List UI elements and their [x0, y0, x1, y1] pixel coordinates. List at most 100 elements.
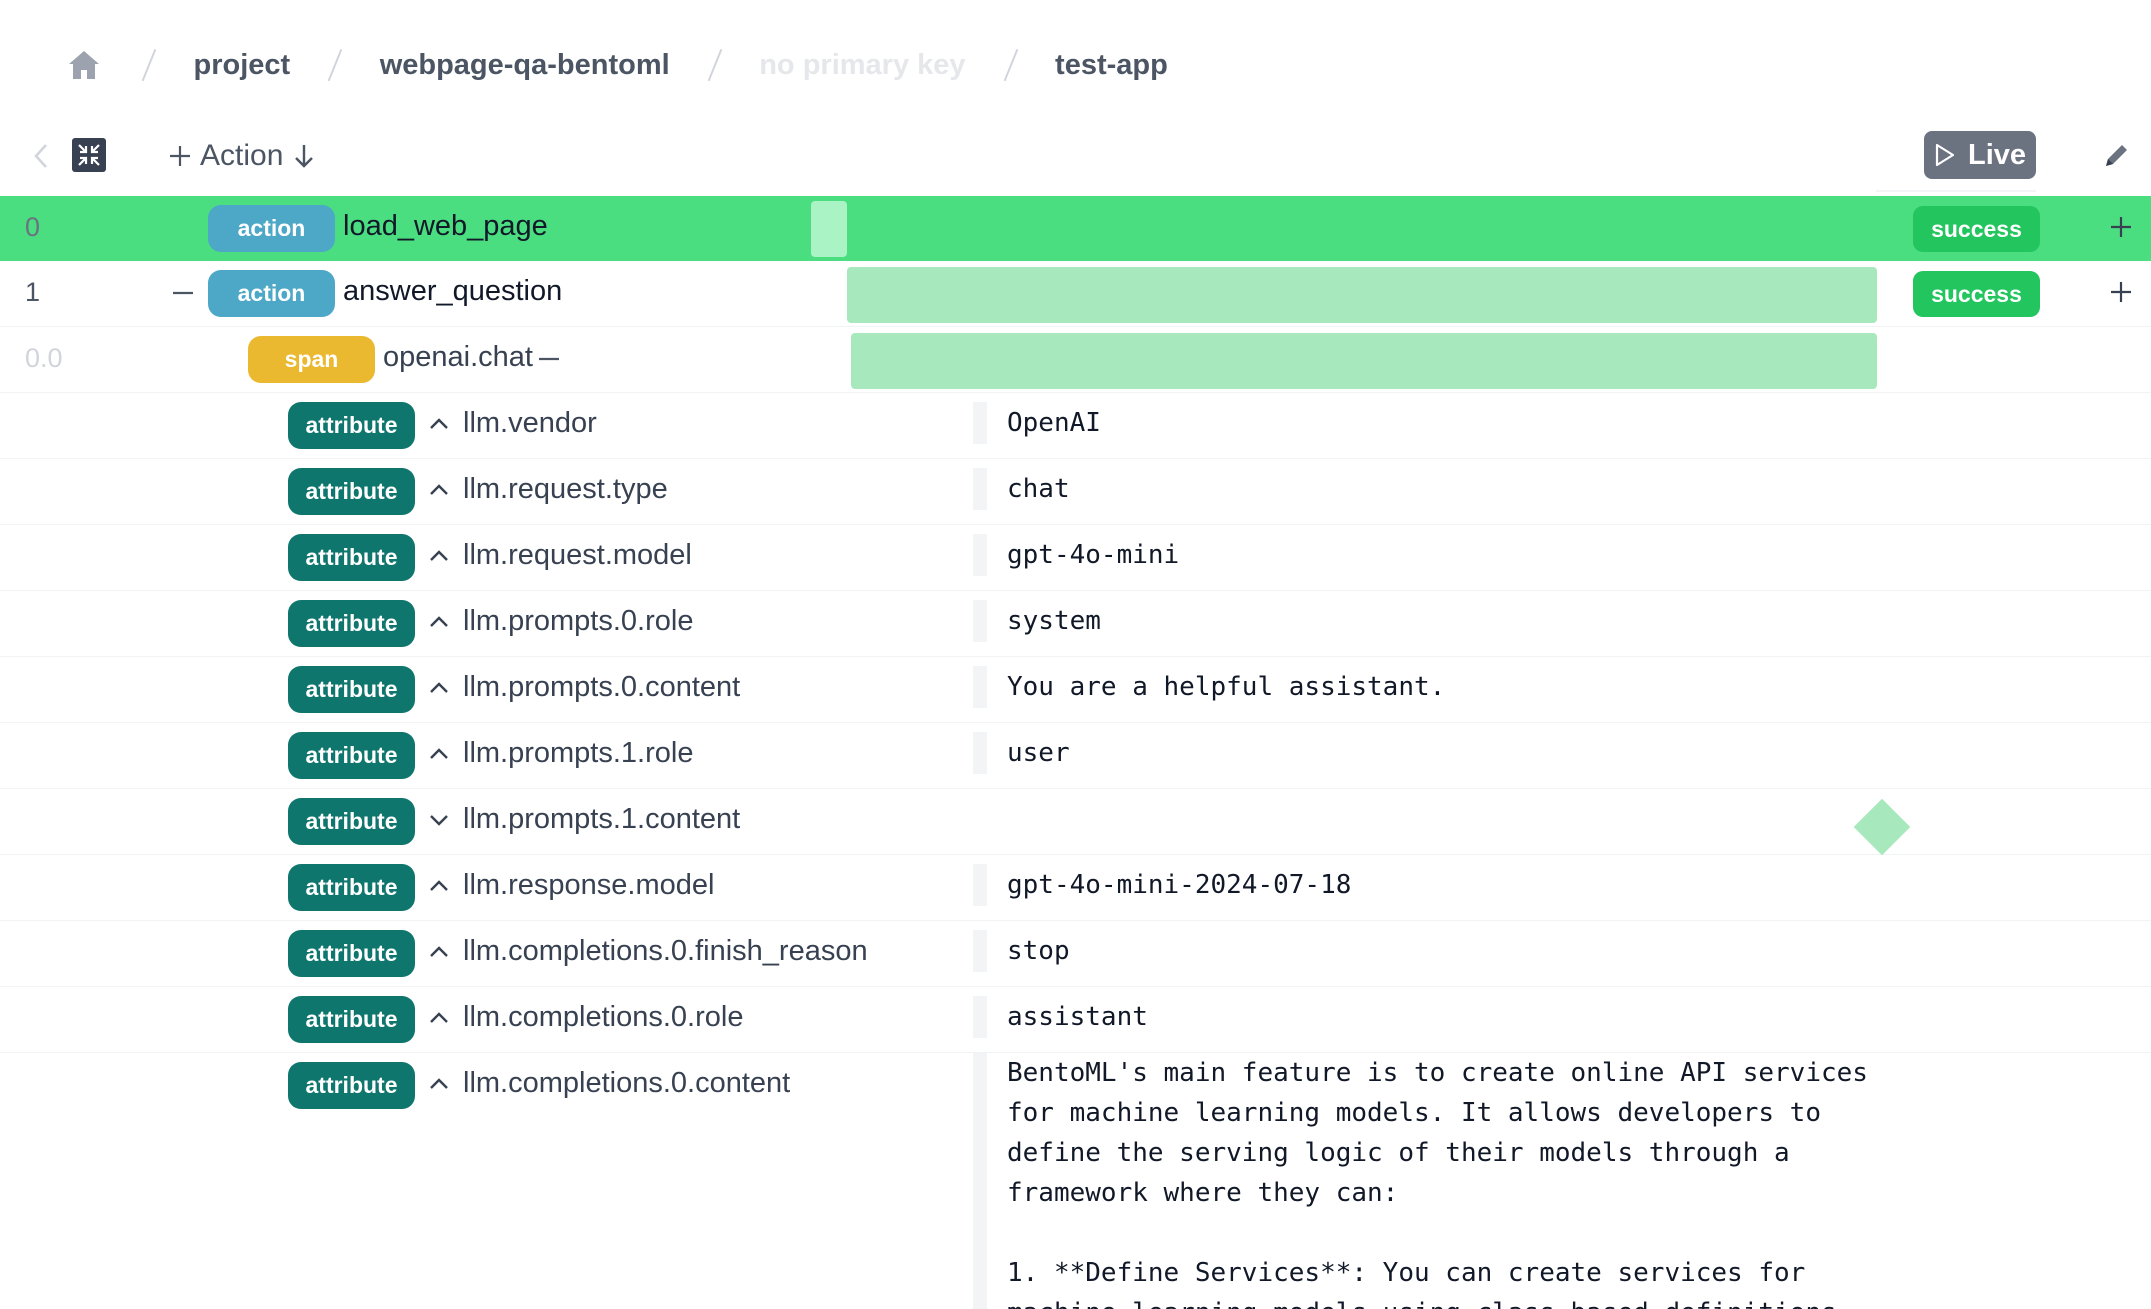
attribute-key: llm.prompts.0.content	[463, 671, 741, 703]
collapse-button[interactable]	[172, 278, 196, 308]
collapse-all-icon	[78, 144, 100, 166]
attribute-value: user	[973, 732, 1070, 774]
toggle-button[interactable]	[428, 807, 450, 833]
chevron-up-icon	[430, 550, 448, 561]
chevron-up-icon	[430, 1078, 448, 1089]
home-icon	[69, 51, 99, 79]
back-button[interactable]	[26, 138, 56, 174]
table-row[interactable]: 0.0 span openai.chat	[0, 327, 2151, 393]
action-tag: action	[208, 205, 335, 252]
attribute-tag: attribute	[288, 996, 415, 1043]
breadcrumb-project[interactable]: project	[194, 49, 291, 82]
toggle-button[interactable]	[428, 873, 450, 899]
action-sort-button[interactable]: Action	[168, 136, 315, 176]
breadcrumb-app-name[interactable]: webpage-qa-bentoml	[380, 49, 670, 82]
attribute-value: gpt-4o-mini	[973, 534, 1179, 576]
attribute-tag: attribute	[288, 864, 415, 911]
table-row[interactable]: 1 action answer_question success	[0, 261, 2151, 327]
breadcrumb-run-name[interactable]: test-app	[1055, 49, 1168, 82]
chevron-left-icon	[34, 144, 47, 168]
edit-button[interactable]	[2098, 138, 2134, 174]
row-index: 0	[25, 212, 41, 242]
trace-table: 0 action load_web_page success 1 action …	[0, 196, 2151, 1309]
attribute-tag: attribute	[288, 666, 415, 713]
attribute-tag: attribute	[288, 732, 415, 779]
span-tag: span	[248, 336, 375, 383]
toggle-button[interactable]	[428, 1071, 450, 1097]
attribute-value: assistant	[973, 996, 1148, 1038]
plus-icon	[2111, 217, 2131, 237]
status-badge[interactable]: success	[1913, 271, 2040, 317]
breadcrumb-separator	[707, 48, 722, 82]
collapse-attributes-button[interactable]	[538, 344, 562, 374]
attribute-row[interactable]: attribute llm.prompts.1.role user	[0, 723, 2151, 789]
minus-icon	[173, 291, 193, 295]
status-badge[interactable]: success	[1913, 206, 2040, 252]
breadcrumb-separator	[327, 48, 343, 82]
plus-icon	[170, 146, 190, 166]
plus-icon	[2111, 282, 2131, 302]
toggle-button[interactable]	[428, 1005, 450, 1031]
step-name: load_web_page	[343, 210, 548, 242]
attribute-row[interactable]: attribute llm.prompts.0.content You are …	[0, 657, 2151, 723]
attribute-value: stop	[973, 930, 1070, 972]
attribute-key: llm.request.model	[463, 539, 692, 571]
minus-icon	[539, 357, 559, 361]
attribute-row[interactable]: attribute llm.prompts.1.content	[0, 789, 2151, 856]
attribute-key: llm.prompts.1.role	[463, 737, 694, 769]
attribute-key: llm.prompts.1.content	[463, 803, 741, 835]
play-icon	[1935, 143, 1955, 167]
attribute-key: llm.completions.0.role	[463, 1001, 744, 1033]
expand-button[interactable]	[2106, 277, 2136, 307]
attribute-row[interactable]: attribute llm.request.model gpt-4o-mini	[0, 525, 2151, 591]
attribute-value: BentoML's main feature is to create onli…	[973, 1053, 1907, 1309]
attribute-tag: attribute	[288, 534, 415, 581]
attribute-row[interactable]: attribute llm.response.model gpt-4o-mini…	[0, 855, 2151, 921]
attribute-row[interactable]: attribute llm.completions.0.role assista…	[0, 987, 2151, 1053]
action-tag: action	[208, 270, 335, 317]
row-index: 1	[25, 277, 41, 307]
divider	[1876, 190, 2036, 192]
timeline-bar[interactable]	[811, 201, 847, 257]
attribute-value: system	[973, 600, 1101, 642]
toolbar: Action Live	[0, 128, 2151, 192]
attribute-key: llm.prompts.0.role	[463, 605, 694, 637]
attribute-value: OpenAI	[973, 402, 1101, 444]
toggle-button[interactable]	[428, 741, 450, 767]
toggle-button[interactable]	[428, 477, 450, 503]
toggle-button[interactable]	[428, 411, 450, 437]
attribute-key: llm.request.type	[463, 473, 668, 505]
chevron-up-icon	[430, 748, 448, 759]
expand-button[interactable]	[2106, 212, 2136, 242]
breadcrumb-partition-key[interactable]: no primary key	[759, 49, 965, 82]
attribute-value: gpt-4o-mini-2024-07-18	[973, 864, 1351, 906]
chevron-up-icon	[430, 946, 448, 957]
timeline-event-marker[interactable]	[1853, 798, 1911, 856]
attribute-tag: attribute	[288, 930, 415, 977]
chevron-up-icon	[430, 880, 448, 891]
table-row[interactable]: 0 action load_web_page success	[0, 196, 2151, 261]
live-button[interactable]: Live	[1924, 131, 2036, 179]
attribute-row[interactable]: attribute llm.completions.0.content Bent…	[0, 1053, 2151, 1309]
chevron-down-icon	[430, 815, 448, 826]
attribute-row[interactable]: attribute llm.request.type chat	[0, 459, 2151, 525]
toggle-button[interactable]	[428, 609, 450, 635]
attribute-row[interactable]: attribute llm.vendor OpenAI	[0, 393, 2151, 459]
action-label: Action	[200, 139, 284, 172]
chevron-up-icon	[430, 1012, 448, 1023]
attribute-key: llm.completions.0.finish_reason	[463, 935, 868, 967]
attribute-tag: attribute	[288, 798, 415, 845]
timeline-bar[interactable]	[847, 267, 1877, 323]
home-button[interactable]	[64, 45, 104, 85]
timeline-bar[interactable]	[851, 333, 1877, 389]
attribute-row[interactable]: attribute llm.prompts.0.role system	[0, 591, 2151, 657]
toggle-button[interactable]	[428, 939, 450, 965]
attribute-tag: attribute	[288, 1062, 415, 1109]
toggle-button[interactable]	[428, 675, 450, 701]
attribute-row[interactable]: attribute llm.completions.0.finish_reaso…	[0, 921, 2151, 987]
breadcrumb-separator	[141, 48, 156, 82]
toggle-button[interactable]	[428, 543, 450, 569]
breadcrumb: project webpage-qa-bentoml no primary ke…	[64, 40, 1168, 90]
attribute-key: llm.vendor	[463, 407, 597, 439]
collapse-all-button[interactable]	[72, 138, 106, 172]
